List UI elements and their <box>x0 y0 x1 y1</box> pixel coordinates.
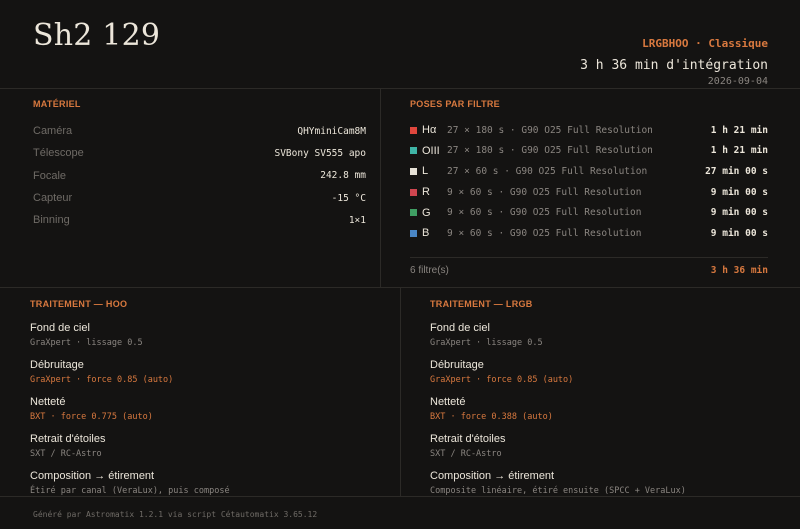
materiel-value: QHYminiCam8M <box>297 125 366 137</box>
filter-exposure-detail: 27 × 60 s · G90 O25 Full Resolution <box>447 165 648 177</box>
step-detail: BXT · force 0.388 (auto) <box>430 412 553 422</box>
step-star-removal: Retrait d'étoiles SXT / RC-Astro <box>430 433 770 459</box>
pose-row-b: B 9 × 60 s · G90 O25 Full Resolution 9 m… <box>410 223 768 244</box>
step-name: Retrait d'étoiles <box>430 433 506 445</box>
traitement-lrgb-panel: TRAITEMENT — LRGB Fond de ciel GraXpert … <box>430 299 770 507</box>
report-header: Sh2 129 LRGBHOO · Classique 3 h 36 min d… <box>0 0 800 89</box>
pose-row-g: G 9 × 60 s · G90 O25 Full Resolution 9 m… <box>410 202 768 223</box>
filter-color-swatch <box>410 167 417 175</box>
header-summary: LRGBHOO · Classique 3 h 36 min d'intégra… <box>580 37 768 87</box>
filter-name: L <box>422 165 429 178</box>
filter-total-time: 27 min 00 s <box>705 165 768 177</box>
step-detail: Étiré par canal (VeraLux), puis composé <box>30 486 230 496</box>
poses-panel: POSES PAR FILTRE Hα 27 × 180 s · G90 O25… <box>410 99 768 276</box>
filter-total-time: 9 min 00 s <box>710 207 768 219</box>
materiel-value: SVBony SV555 apo <box>274 147 366 159</box>
materiel-key: Focale <box>33 169 67 182</box>
materiel-row-camera: Caméra QHYminiCam8M <box>33 120 366 142</box>
materiel-panel: MATÉRIEL Caméra QHYminiCam8M Télescope S… <box>33 99 366 231</box>
panel-divider <box>380 89 381 287</box>
step-composition: Composition → étirement Étiré par canal … <box>30 470 370 496</box>
materiel-value: 1×1 <box>348 214 366 226</box>
step-detail: GraXpert · force 0.85 (auto) <box>430 375 574 385</box>
pose-row-ha: Hα 27 × 180 s · G90 O25 Full Resolution … <box>410 120 768 141</box>
materiel-key: Caméra <box>33 125 73 138</box>
filter-exposure-detail: 9 × 60 s · G90 O25 Full Resolution <box>447 207 642 219</box>
step-detail: BXT · force 0.775 (auto) <box>30 412 153 422</box>
panel-divider <box>400 288 401 496</box>
traitement-lrgb-heading: TRAITEMENT — LRGB <box>430 299 533 309</box>
step-detail: SXT / RC-Astro <box>430 449 502 459</box>
materiel-row-sensor: Capteur -15 °C <box>33 187 366 209</box>
step-composition: Composition → étirement Composite linéai… <box>430 470 770 496</box>
step-background: Fond de ciel GraXpert · lissage 0.5 <box>430 322 770 348</box>
materiel-key: Capteur <box>33 192 73 205</box>
total-integration: 3 h 36 min d'intégration <box>580 58 768 73</box>
step-denoise: Débruitage GraXpert · force 0.85 (auto) <box>430 359 770 385</box>
poses-heading: POSES PAR FILTRE <box>410 99 500 109</box>
filter-color-swatch <box>410 188 417 196</box>
filter-name: R <box>422 186 430 199</box>
traitement-hoo-heading: TRAITEMENT — HOO <box>30 299 128 309</box>
step-denoise: Débruitage GraXpert · force 0.85 (auto) <box>30 359 370 385</box>
step-sharpen: Netteté BXT · force 0.388 (auto) <box>430 396 770 422</box>
materiel-row-focal: Focale 242.8 mm <box>33 165 366 187</box>
materiel-row-telescope: Télescope SVBony SV555 apo <box>33 142 366 164</box>
step-star-removal: Retrait d'étoiles SXT / RC-Astro <box>30 433 370 459</box>
filter-exposure-detail: 9 × 60 s · G90 O25 Full Resolution <box>447 227 642 239</box>
filter-color-swatch <box>410 147 417 155</box>
materiel-heading: MATÉRIEL <box>33 99 81 109</box>
step-name: Composition → étirement <box>430 470 555 482</box>
pose-row-l: L 27 × 60 s · G90 O25 Full Resolution 27… <box>410 161 768 182</box>
step-detail: GraXpert · lissage 0.5 <box>30 338 143 348</box>
filter-total-time: 1 h 21 min <box>710 145 768 157</box>
materiel-key: Binning <box>33 214 70 227</box>
materiel-value: -15 °C <box>331 192 366 204</box>
pose-row-oiii: OIII 27 × 180 s · G90 O25 Full Resolutio… <box>410 141 768 162</box>
step-sharpen: Netteté BXT · force 0.775 (auto) <box>30 396 370 422</box>
processing-section: TRAITEMENT — HOO Fond de ciel GraXpert ·… <box>0 288 800 497</box>
filter-total-time: 9 min 00 s <box>710 186 768 198</box>
filter-name: OIII <box>422 144 440 157</box>
session-date: 2026-09-04 <box>707 76 768 87</box>
materiel-value: 242.8 mm <box>320 170 366 182</box>
step-name: Débruitage <box>30 359 84 371</box>
step-detail: Composite linéaire, étiré ensuite (SPCC … <box>430 486 686 496</box>
step-background: Fond de ciel GraXpert · lissage 0.5 <box>30 322 370 348</box>
filter-color-swatch <box>410 126 417 134</box>
preset-label: LRGBHOO · Classique <box>642 37 768 50</box>
filter-color-swatch <box>410 209 417 217</box>
filter-count: 6 filtre(s) <box>410 265 449 276</box>
step-name: Fond de ciel <box>430 322 490 334</box>
step-name: Débruitage <box>430 359 484 371</box>
traitement-hoo-panel: TRAITEMENT — HOO Fond de ciel GraXpert ·… <box>30 299 370 507</box>
materiel-row-binning: Binning 1×1 <box>33 209 366 231</box>
filter-exposure-detail: 27 × 180 s · G90 O25 Full Resolution <box>447 124 653 136</box>
filter-total-time: 1 h 21 min <box>710 124 768 136</box>
step-name: Netteté <box>430 396 466 408</box>
poses-total-time: 3 h 36 min <box>710 265 768 276</box>
step-detail: GraXpert · force 0.85 (auto) <box>30 375 174 385</box>
equipment-and-exposures: MATÉRIEL Caméra QHYminiCam8M Télescope S… <box>0 89 800 288</box>
pose-row-r: R 9 × 60 s · G90 O25 Full Resolution 9 m… <box>410 182 768 203</box>
filter-exposure-detail: 9 × 60 s · G90 O25 Full Resolution <box>447 186 642 198</box>
poses-summary: 6 filtre(s) 3 h 36 min <box>410 257 768 276</box>
generator-footer: Généré par Astromatix 1.2.1 via script C… <box>33 510 318 519</box>
step-name: Fond de ciel <box>30 322 90 334</box>
filter-total-time: 9 min 00 s <box>710 227 768 239</box>
filter-color-swatch <box>410 229 417 237</box>
step-name: Composition → étirement <box>30 470 155 482</box>
filter-name: G <box>422 206 431 219</box>
materiel-key: Télescope <box>33 147 84 160</box>
filter-name: B <box>422 227 430 240</box>
page-title: Sh2 129 <box>33 18 161 53</box>
step-detail: GraXpert · lissage 0.5 <box>430 338 543 348</box>
step-name: Netteté <box>30 396 66 408</box>
filter-name: Hα <box>422 124 437 137</box>
filter-exposure-detail: 27 × 180 s · G90 O25 Full Resolution <box>447 145 653 157</box>
step-name: Retrait d'étoiles <box>30 433 106 445</box>
step-detail: SXT / RC-Astro <box>30 449 102 459</box>
